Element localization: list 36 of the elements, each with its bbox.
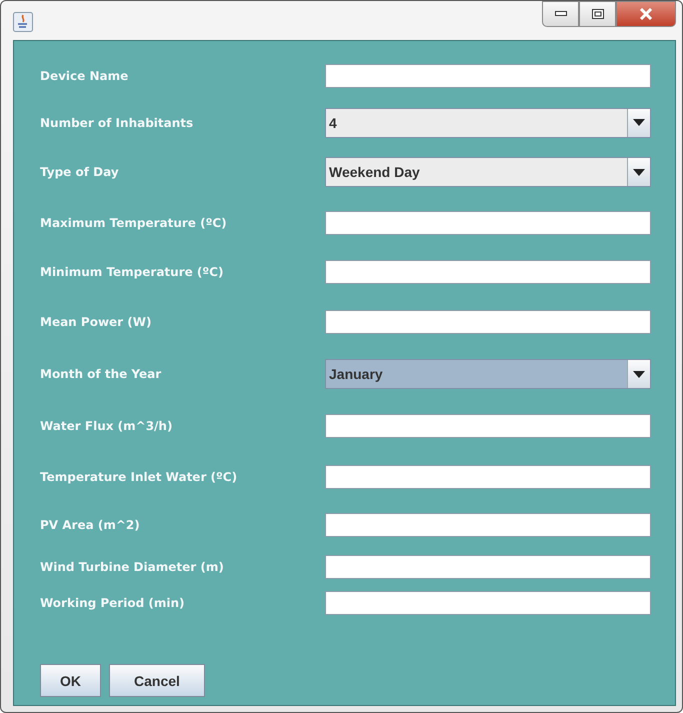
field-label: Type of Day	[40, 165, 119, 179]
field-label: Water Flux (m^3/h)	[40, 419, 172, 433]
caret-icon	[633, 119, 645, 126]
close-button[interactable]	[616, 1, 676, 27]
maximize-icon	[592, 9, 604, 19]
minimize-icon	[554, 11, 566, 17]
field-label: Minimum Temperature (ºC)	[40, 264, 224, 278]
input-field[interactable]	[325, 414, 651, 438]
minimize-button[interactable]	[542, 1, 579, 27]
field-label: Wind Turbine Diameter (m)	[40, 560, 224, 574]
input-field[interactable]	[325, 591, 651, 615]
maximize-button[interactable]	[579, 1, 616, 27]
field-label: Month of the Year	[40, 367, 162, 381]
caret-icon	[633, 370, 645, 378]
field-label: Number of Inhabitants	[40, 116, 194, 130]
java-app-icon	[13, 12, 33, 32]
input-field[interactable]	[325, 64, 651, 88]
field-label: PV Area (m^2)	[40, 518, 140, 532]
close-icon	[639, 8, 653, 20]
field-label: Temperature Inlet Water (ºC)	[40, 470, 238, 484]
field-label: Device Name	[40, 69, 128, 83]
dropdown[interactable]: Weekend Day	[325, 157, 651, 187]
field-label: Working Period (min)	[40, 596, 184, 610]
input-field[interactable]	[325, 513, 651, 537]
input-field[interactable]	[325, 555, 651, 579]
dropdown[interactable]: January	[325, 359, 651, 389]
ok-button[interactable]: OK	[40, 664, 101, 697]
field-label: Mean Power (W)	[40, 315, 152, 329]
field-label: Maximum Temperature (ºC)	[40, 216, 227, 230]
input-field[interactable]	[325, 464, 651, 488]
input-field[interactable]	[325, 310, 651, 334]
caret-icon	[633, 168, 645, 176]
input-field[interactable]	[325, 210, 651, 234]
cancel-button[interactable]: Cancel	[109, 664, 205, 697]
dropdown[interactable]: 4	[325, 108, 651, 138]
input-field[interactable]	[325, 260, 651, 284]
